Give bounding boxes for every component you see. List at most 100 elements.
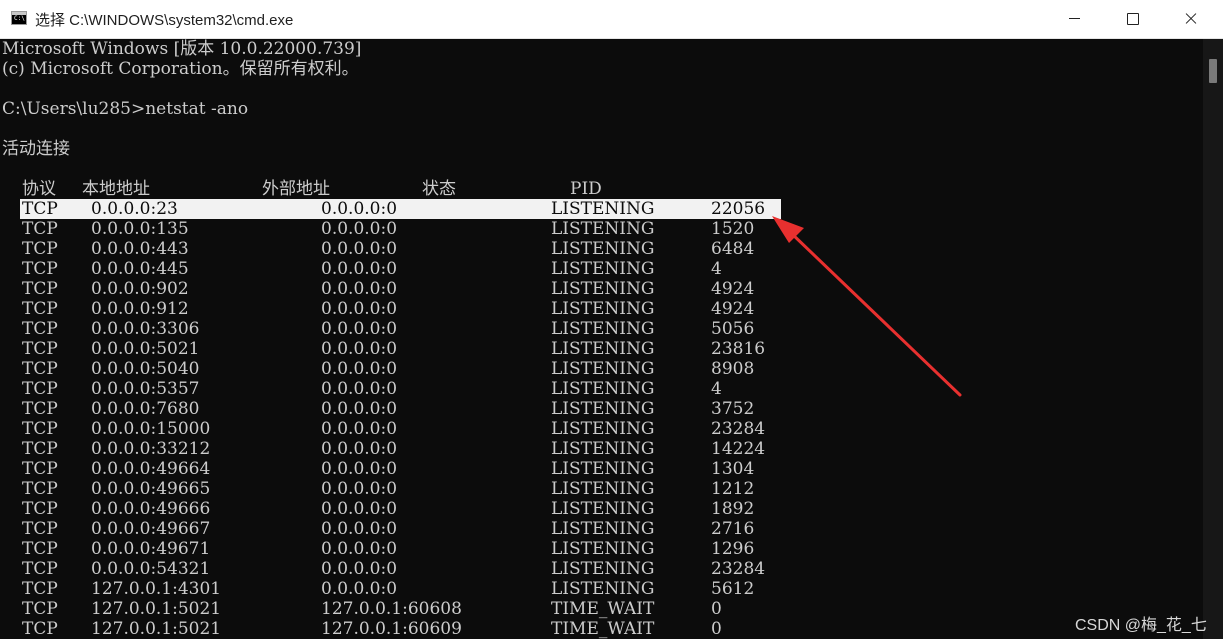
cell-state: LISTENING <box>551 239 655 259</box>
cell-foreign-address: 0.0.0.0:0 <box>321 399 398 419</box>
header-local-address: 本地地址 <box>82 179 150 199</box>
cell-pid: 5056 <box>711 319 755 339</box>
cell-pid: 1892 <box>711 499 755 519</box>
cell-protocol: TCP <box>22 359 58 379</box>
table-row[interactable]: TCP 0.0.0.0:5357 0.0.0.0:0 LISTENING 4 <box>0 379 1203 399</box>
table-row-selected[interactable]: TCP 0.0.0.0:23 0.0.0.0:0 LISTENING 22056 <box>0 199 1203 219</box>
cell-local-address: 0.0.0.0:443 <box>91 239 189 259</box>
table-row[interactable]: TCP 0.0.0.0:7680 0.0.0.0:0 LISTENING 3752 <box>0 399 1203 419</box>
table-row[interactable]: TCP 127.0.0.1:4301 0.0.0.0:0 LISTENING 5612 <box>0 579 1203 599</box>
table-row[interactable]: TCP 0.0.0.0:135 0.0.0.0:0 LISTENING 1520 <box>0 219 1203 239</box>
cell-protocol: TCP <box>22 199 58 219</box>
table-row[interactable]: TCP 0.0.0.0:54321 0.0.0.0:0 LISTENING 23284 <box>0 559 1203 579</box>
maximize-button[interactable] <box>1104 0 1162 38</box>
header-foreign-address: 外部地址 <box>262 179 330 199</box>
cell-local-address: 0.0.0.0:912 <box>91 299 189 319</box>
cell-local-address: 127.0.0.1:5021 <box>91 619 222 639</box>
cell-local-address: 0.0.0.0:135 <box>91 219 189 239</box>
table-row[interactable]: TCP 127.0.0.1:5021 127.0.0.1:60608 TIME_WAI… <box>0 599 1203 619</box>
table-row[interactable]: TCP 0.0.0.0:49671 0.0.0.0:0 LISTENING 1296 <box>0 539 1203 559</box>
cell-state: LISTENING <box>551 539 655 559</box>
cell-foreign-address: 0.0.0.0:0 <box>321 359 398 379</box>
cell-foreign-address: 0.0.0.0:0 <box>321 259 398 279</box>
cell-pid: 4924 <box>711 279 755 299</box>
cell-foreign-address: 0.0.0.0:0 <box>321 539 398 559</box>
cell-protocol: TCP <box>22 499 58 519</box>
console-line: (c) Microsoft Corporation。保留所有权利。 <box>2 59 359 79</box>
cell-local-address: 0.0.0.0:54321 <box>91 559 211 579</box>
cell-local-address: 0.0.0.0:5040 <box>91 359 200 379</box>
table-row[interactable]: TCP 0.0.0.0:443 0.0.0.0:0 LISTENING 6484 <box>0 239 1203 259</box>
cell-local-address: 0.0.0.0:902 <box>91 279 189 299</box>
cell-state: LISTENING <box>551 419 655 439</box>
cell-foreign-address: 0.0.0.0:0 <box>321 559 398 579</box>
cell-local-address: 0.0.0.0:33212 <box>91 439 211 459</box>
cell-state: LISTENING <box>551 339 655 359</box>
cell-pid: 1520 <box>711 219 755 239</box>
cell-local-address: 127.0.0.1:5021 <box>91 599 222 619</box>
cell-local-address: 0.0.0.0:5021 <box>91 339 200 359</box>
table-row[interactable]: TCP 0.0.0.0:49666 0.0.0.0:0 LISTENING 1892 <box>0 499 1203 519</box>
vertical-scrollbar[interactable] <box>1203 39 1223 639</box>
cell-local-address: 0.0.0.0:49666 <box>91 499 211 519</box>
cell-pid: 4 <box>711 259 722 279</box>
cell-protocol: TCP <box>22 379 58 399</box>
cell-state: LISTENING <box>551 479 655 499</box>
cell-protocol: TCP <box>22 319 58 339</box>
cell-state: LISTENING <box>551 519 655 539</box>
table-row[interactable]: TCP 0.0.0.0:15000 0.0.0.0:0 LISTENING 23284 <box>0 419 1203 439</box>
cell-pid: 0 <box>711 619 722 639</box>
header-protocol: 协议 <box>22 179 56 199</box>
table-row[interactable]: TCP 0.0.0.0:912 0.0.0.0:0 LISTENING 4924 <box>0 299 1203 319</box>
table-row[interactable]: TCP 0.0.0.0:33212 0.0.0.0:0 LISTENING 14224 <box>0 439 1203 459</box>
table-row[interactable]: TCP 0.0.0.0:5021 0.0.0.0:0 LISTENING 23816 <box>0 339 1203 359</box>
cell-pid: 5612 <box>711 579 755 599</box>
table-row[interactable]: TCP 0.0.0.0:3306 0.0.0.0:0 LISTENING 5056 <box>0 319 1203 339</box>
cell-state: LISTENING <box>551 579 655 599</box>
cell-state: TIME_WAIT <box>551 599 655 619</box>
table-row[interactable]: TCP 0.0.0.0:49665 0.0.0.0:0 LISTENING 1212 <box>0 479 1203 499</box>
cell-protocol: TCP <box>22 419 58 439</box>
table-header: 协议 本地地址 外部地址 状态 PID <box>0 179 1203 199</box>
table-row[interactable]: TCP 0.0.0.0:49667 0.0.0.0:0 LISTENING 2716 <box>0 519 1203 539</box>
cell-foreign-address: 0.0.0.0:0 <box>321 459 398 479</box>
cmd-icon[interactable]: C:\ <box>11 11 27 25</box>
cell-local-address: 127.0.0.1:4301 <box>91 579 222 599</box>
cell-protocol: TCP <box>22 399 58 419</box>
cell-pid: 0 <box>711 599 722 619</box>
cell-foreign-address: 0.0.0.0:0 <box>321 199 398 219</box>
cell-foreign-address: 0.0.0.0:0 <box>321 519 398 539</box>
cell-state: LISTENING <box>551 399 655 419</box>
cell-local-address: 0.0.0.0:23 <box>91 199 178 219</box>
cell-state: LISTENING <box>551 259 655 279</box>
table-row[interactable]: TCP 0.0.0.0:5040 0.0.0.0:0 LISTENING 8908 <box>0 359 1203 379</box>
cell-pid: 8908 <box>711 359 755 379</box>
table-row[interactable]: TCP 0.0.0.0:445 0.0.0.0:0 LISTENING 4 <box>0 259 1203 279</box>
cell-protocol: TCP <box>22 439 58 459</box>
cell-state: LISTENING <box>551 199 655 219</box>
cell-local-address: 0.0.0.0:3306 <box>91 319 200 339</box>
cell-protocol: TCP <box>22 559 58 579</box>
cell-foreign-address: 0.0.0.0:0 <box>321 219 398 239</box>
close-button[interactable] <box>1162 0 1220 38</box>
watermark: CSDN @梅_花_七 <box>1075 617 1207 634</box>
cell-pid: 2716 <box>711 519 755 539</box>
cell-pid: 3752 <box>711 399 755 419</box>
cell-foreign-address: 0.0.0.0:0 <box>321 419 398 439</box>
table-row[interactable]: TCP 0.0.0.0:49664 0.0.0.0:0 LISTENING 1304 <box>0 459 1203 479</box>
scrollbar-thumb[interactable] <box>1209 59 1217 83</box>
minimize-button[interactable] <box>1046 0 1104 38</box>
console-line: 活动连接 <box>2 139 70 159</box>
cell-protocol: TCP <box>22 479 58 499</box>
table-row[interactable]: TCP 127.0.0.1:5021 127.0.0.1:60609 TIME_WAI… <box>0 619 1203 639</box>
header-state: 状态 <box>422 179 456 199</box>
table-row[interactable]: TCP 0.0.0.0:902 0.0.0.0:0 LISTENING 4924 <box>0 279 1203 299</box>
cell-pid: 23284 <box>711 559 766 579</box>
cell-protocol: TCP <box>22 339 58 359</box>
cell-local-address: 0.0.0.0:49671 <box>91 539 211 559</box>
cell-protocol: TCP <box>22 279 58 299</box>
console-output[interactable]: Microsoft Windows [版本 10.0.22000.739] (c… <box>0 39 1203 639</box>
title-bar[interactable]: C:\ 选择 C:\WINDOWS\system32\cmd.exe <box>0 0 1223 39</box>
cell-protocol: TCP <box>22 459 58 479</box>
cell-protocol: TCP <box>22 259 58 279</box>
